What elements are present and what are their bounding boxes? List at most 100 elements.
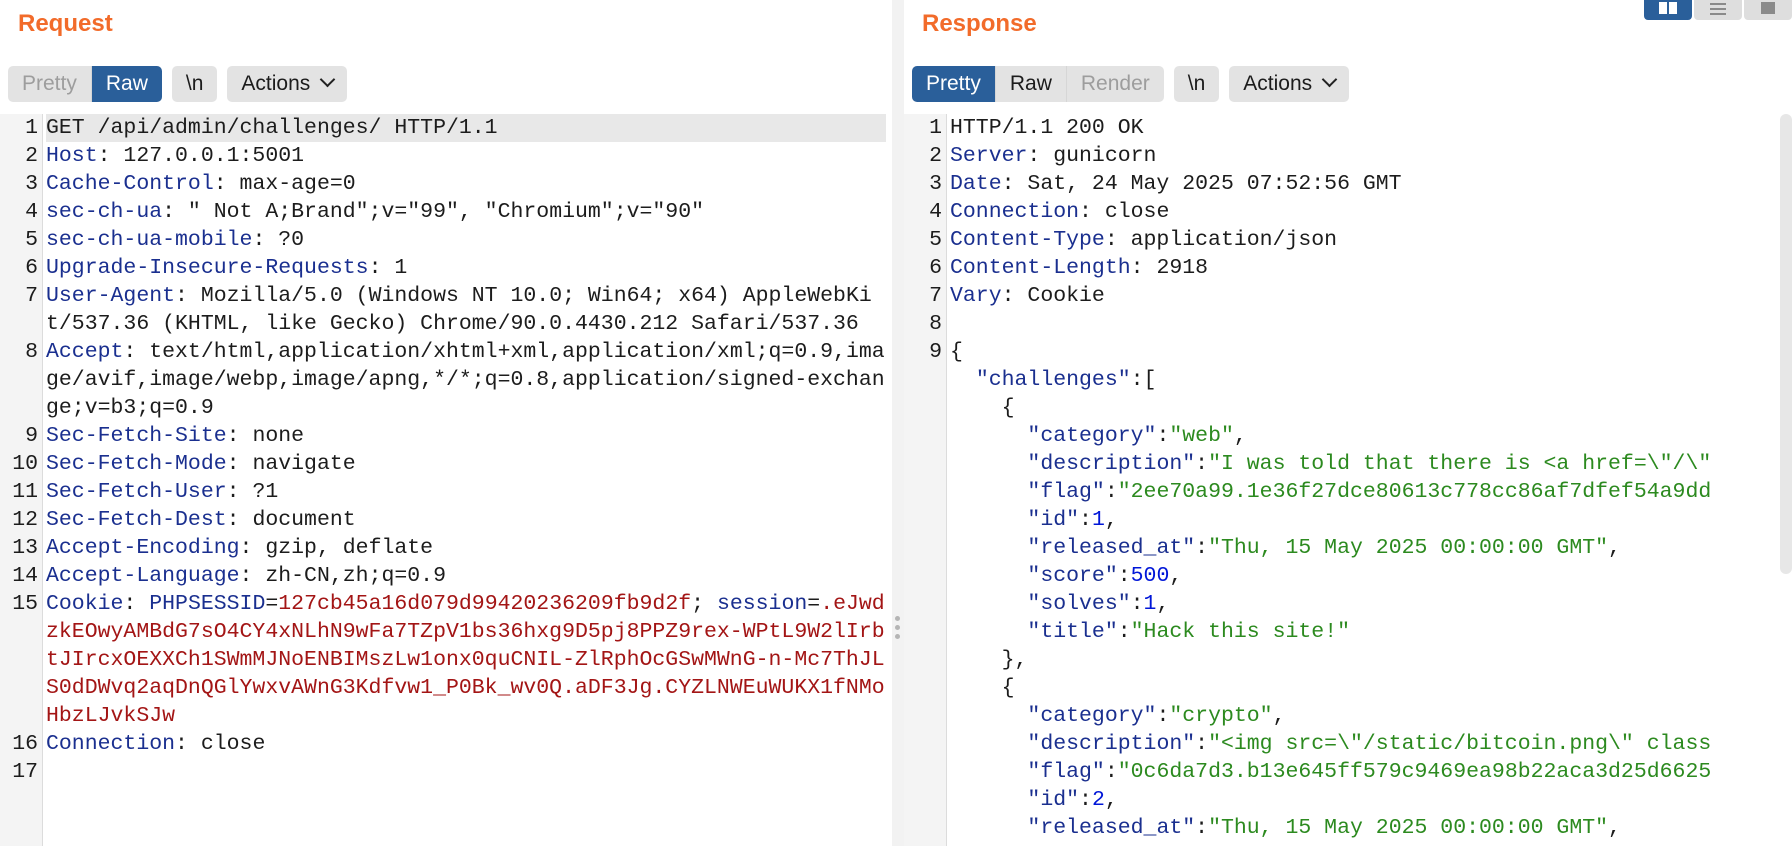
line-number: 4 — [929, 200, 942, 224]
code-token: "released_at" — [1027, 536, 1196, 560]
code-line: "score":500, — [904, 562, 1792, 590]
response-newline-toggle[interactable]: \n — [1173, 66, 1220, 102]
line-number: 3 — [25, 172, 38, 196]
code-line: { — [904, 674, 1792, 702]
code-token: 1 — [1091, 508, 1105, 532]
split-columns-icon[interactable] — [1644, 0, 1692, 20]
code-token: "flag" — [1027, 480, 1105, 504]
code-token: : — [1156, 424, 1170, 448]
code-token: Accept-Language — [46, 564, 240, 588]
code-token: sec-ch-ua-mobile — [46, 228, 253, 252]
line-content: { — [950, 394, 1792, 422]
pane-divider[interactable] — [892, 0, 904, 846]
code-token: : zh-CN,zh;q=0.9 — [239, 564, 446, 588]
code-token: }, — [950, 648, 1028, 672]
code-line: 17 ​ — [0, 758, 892, 786]
response-actions-label: Actions — [1243, 72, 1313, 95]
code-token: HTTP/1.1 200 OK — [950, 116, 1144, 140]
code-line: 3 Cache-Control: max-age=0 — [0, 170, 892, 198]
line-content: Connection: close — [950, 198, 1792, 226]
single-pane-icon[interactable] — [1744, 0, 1792, 20]
response-tab-render[interactable]: Render — [1065, 66, 1164, 102]
code-token: : gunicorn — [1027, 144, 1157, 168]
code-token: "description" — [1027, 452, 1196, 476]
code-token: Connection — [950, 200, 1080, 224]
response-tab-raw[interactable]: Raw — [994, 66, 1066, 102]
code-token: Vary — [950, 284, 1002, 308]
code-token: 127cb45a16d079d99420236209fb9d2f — [278, 592, 692, 616]
code-token: : ?1 — [226, 480, 279, 504]
code-token: : — [1117, 564, 1131, 588]
response-tab-pretty[interactable]: Pretty — [912, 66, 995, 102]
chevron-down-icon — [1321, 71, 1338, 88]
code-line: 11 Sec-Fetch-User: ?1 — [0, 478, 892, 506]
code-token: Sec-Fetch-Site — [46, 424, 227, 448]
code-token: : ?0 — [252, 228, 305, 252]
line-content: Sec-Fetch-User: ?1 — [46, 478, 886, 506]
code-token: session — [716, 592, 808, 616]
request-actions-menu[interactable]: Actions — [227, 66, 348, 102]
code-token: Sec-Fetch-Dest — [46, 508, 227, 532]
request-editor[interactable]: 1 GET /api/admin/challenges/ HTTP/1.1 2 Hos… — [0, 114, 892, 846]
code-token: , — [1608, 816, 1621, 840]
code-token: User-Agent — [46, 284, 176, 308]
code-token: "Thu, 15 May 2025 00:00:00 GMT" — [1208, 816, 1609, 840]
response-view-tabs: Pretty Raw Render — [912, 66, 1164, 102]
code-token: : 1 — [368, 256, 408, 280]
code-token: = — [265, 592, 279, 616]
line-number: 3 — [929, 172, 942, 196]
request-tab-raw[interactable]: Raw — [90, 66, 162, 102]
line-number: 9 — [929, 340, 942, 364]
code-token: { — [950, 396, 1015, 420]
split-rows-icon[interactable] — [1694, 0, 1742, 20]
response-pane: Response Pretty Raw Render \n Actions 1H… — [904, 0, 1792, 846]
request-actions-label: Actions — [241, 72, 311, 95]
code-line: "description":"<img src=\"/static/bitcoi… — [904, 730, 1792, 758]
code-line: "flag":"2ee70a99.1e36f27dce80613c778cc86… — [904, 478, 1792, 506]
code-token: "Thu, 15 May 2025 00:00:00 GMT" — [1208, 536, 1609, 560]
response-scrollbar[interactable] — [1780, 114, 1792, 574]
line-number: 4 — [25, 200, 38, 224]
line-number: 6 — [929, 256, 942, 280]
line-number: 5 — [929, 228, 942, 252]
request-view-tabs: Pretty Raw — [8, 66, 162, 102]
line-number: 16 — [12, 732, 38, 756]
line-number: 2 — [929, 144, 942, 168]
line-content: "released_at":"Thu, 15 May 2025 00:00:00… — [950, 814, 1792, 842]
code-token: :[ — [1130, 368, 1157, 392]
code-token: , — [1104, 508, 1118, 532]
code-line: "released_at":"Thu, 15 May 2025 00:00:00… — [904, 814, 1792, 842]
line-content: "category":"crypto", — [950, 702, 1792, 730]
line-content: { — [950, 674, 1792, 702]
response-actions-menu[interactable]: Actions — [1229, 66, 1350, 102]
drag-handle-icon[interactable] — [894, 616, 902, 643]
code-token: : none — [226, 424, 305, 448]
request-newline-toggle[interactable]: \n — [171, 66, 218, 102]
code-token: { — [950, 676, 1015, 700]
code-token: "title" — [1027, 620, 1118, 644]
code-token: 500 — [1130, 564, 1170, 588]
line-number: 7 — [25, 284, 38, 308]
code-token: "solves" — [1027, 592, 1131, 616]
code-token: : — [1117, 620, 1131, 644]
line-number: 14 — [12, 564, 38, 588]
code-line: 9{ — [904, 338, 1792, 366]
response-editor[interactable]: 1 HTTP/1.1 200 OK 2 Server: gunicorn 3 Date: … — [904, 114, 1792, 846]
code-line: "solves":1, — [904, 590, 1792, 618]
line-content: Content-Type: application/json — [950, 226, 1792, 254]
request-tab-pretty[interactable]: Pretty — [8, 66, 91, 102]
line-content: Vary: Cookie — [950, 282, 1792, 310]
line-number: 5 — [25, 228, 38, 252]
code-token: : " Not A;Brand";v="99", "Chromium";v="9… — [162, 200, 705, 224]
code-line: 2 Server: gunicorn — [904, 142, 1792, 170]
request-title: Request — [18, 10, 113, 37]
code-token: : — [1130, 592, 1144, 616]
code-line: 4 sec-ch-ua: " Not A;Brand";v="99", "Chro… — [0, 198, 892, 226]
line-number: 17 — [12, 760, 38, 784]
code-token: ; — [691, 592, 717, 616]
code-token: Sec-Fetch-Mode — [46, 452, 227, 476]
line-content: "flag":"2ee70a99.1e36f27dce80613c778cc86… — [950, 478, 1792, 506]
